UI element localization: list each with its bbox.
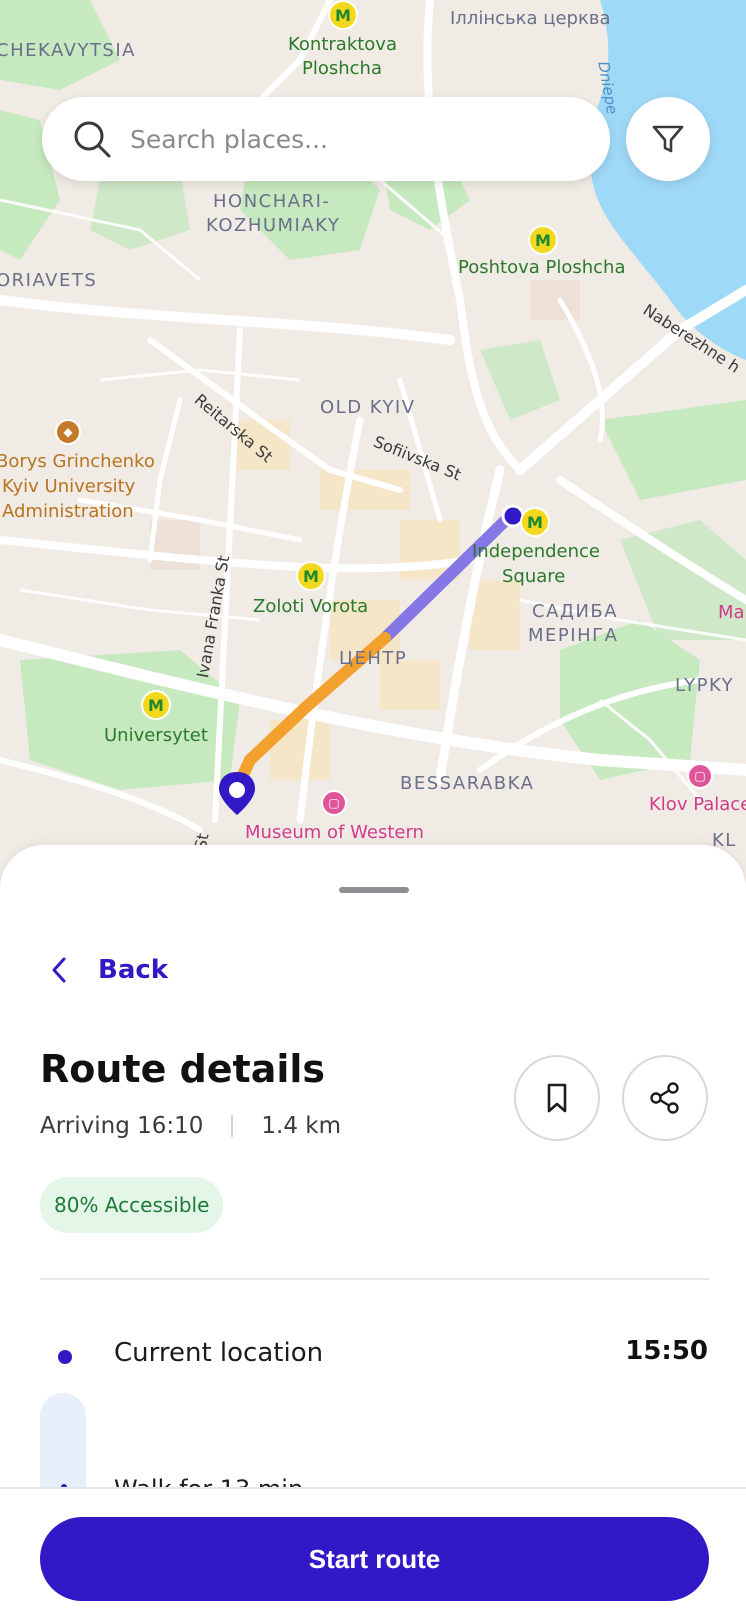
search-icon bbox=[74, 121, 111, 158]
map-label-museum: Museum of Western bbox=[245, 822, 424, 843]
current-location-dot bbox=[58, 1350, 72, 1364]
museum-icon: ▢ bbox=[321, 790, 347, 816]
share-icon bbox=[650, 1082, 679, 1114]
map-label-metro-independence: Independence bbox=[472, 541, 601, 562]
start-route-button[interactable]: Start route bbox=[40, 1517, 709, 1601]
map-label-grinchenko-3: Administration bbox=[2, 501, 134, 522]
chevron-left-icon bbox=[52, 957, 66, 983]
step-time: 15:50 bbox=[625, 1336, 708, 1366]
map-label-old-kyiv: OLD KYIV bbox=[320, 397, 416, 418]
map-label-metro-poshtova: Poshtova Ploshcha bbox=[458, 257, 626, 278]
accessibility-badge: 80% Accessible bbox=[40, 1177, 224, 1233]
map-label-grinchenko-1: Borys Grinchenko bbox=[0, 451, 155, 472]
metro-icon: M bbox=[328, 0, 358, 30]
map-label-kozhumiaky: KOZHUMIAKY bbox=[206, 215, 341, 236]
meta-divider bbox=[231, 1115, 234, 1137]
map-label-grinchenko-2: Kyiv University bbox=[2, 476, 136, 497]
bookmark-icon bbox=[547, 1083, 567, 1113]
search-bar[interactable] bbox=[42, 97, 610, 181]
footer-bar: Start route bbox=[0, 1487, 746, 1620]
map-label-bessarabka: BESSARABKA bbox=[400, 773, 535, 794]
filter-button[interactable] bbox=[626, 97, 710, 181]
palace-icon: ▢ bbox=[687, 763, 713, 789]
map-label-metro-universytet: Universytet bbox=[104, 725, 208, 746]
map-label-sadyba: САДИБА bbox=[532, 601, 619, 622]
map-label-church: Іллінська церква bbox=[450, 8, 611, 29]
share-button[interactable] bbox=[622, 1055, 708, 1141]
map-label-metro-square: Square bbox=[502, 566, 566, 587]
route-meta: Arriving 16:10 1.4 km bbox=[40, 1113, 341, 1139]
drag-handle[interactable] bbox=[339, 887, 409, 893]
map-label-klov-palace: Klov Palace bbox=[649, 794, 746, 815]
map-label-merynga: МЕРІНГА bbox=[528, 625, 619, 646]
route-title: Route details bbox=[40, 1047, 326, 1091]
filter-icon bbox=[652, 125, 684, 153]
route-distance: 1.4 km bbox=[261, 1113, 342, 1139]
back-button[interactable]: Back bbox=[48, 945, 168, 995]
map-label-metro-kontraktova: Kontraktova bbox=[288, 34, 397, 55]
metro-icon: M bbox=[528, 225, 558, 255]
map-label-oriavets: ORIAVETS bbox=[0, 270, 98, 291]
map-label-metro-zoloti-vorota: Zoloti Vorota bbox=[253, 596, 369, 617]
map-label-lypky: LYPKY bbox=[675, 675, 735, 696]
metro-icon: M bbox=[520, 507, 550, 537]
map-label-ma: Ma bbox=[718, 602, 745, 623]
map-label-metro-ploshcha: Ploshcha bbox=[302, 58, 382, 79]
arrival-time: Arriving 16:10 bbox=[40, 1113, 204, 1139]
metro-icon: M bbox=[296, 561, 326, 591]
map-label-tsentr: ЦЕНТР bbox=[339, 648, 408, 669]
bookmark-button[interactable] bbox=[514, 1055, 600, 1141]
map-label-honchari: HONCHARI- bbox=[213, 191, 331, 212]
destination-pin bbox=[219, 772, 255, 815]
metro-icon: M bbox=[141, 690, 171, 720]
map-label-chekavytsia: CHEKAVYTSIA bbox=[0, 40, 136, 61]
search-input[interactable] bbox=[130, 97, 590, 181]
divider bbox=[40, 1278, 709, 1280]
step-label: Current location bbox=[114, 1338, 324, 1368]
university-icon: ◆ bbox=[55, 419, 81, 445]
back-label: Back bbox=[98, 955, 169, 985]
